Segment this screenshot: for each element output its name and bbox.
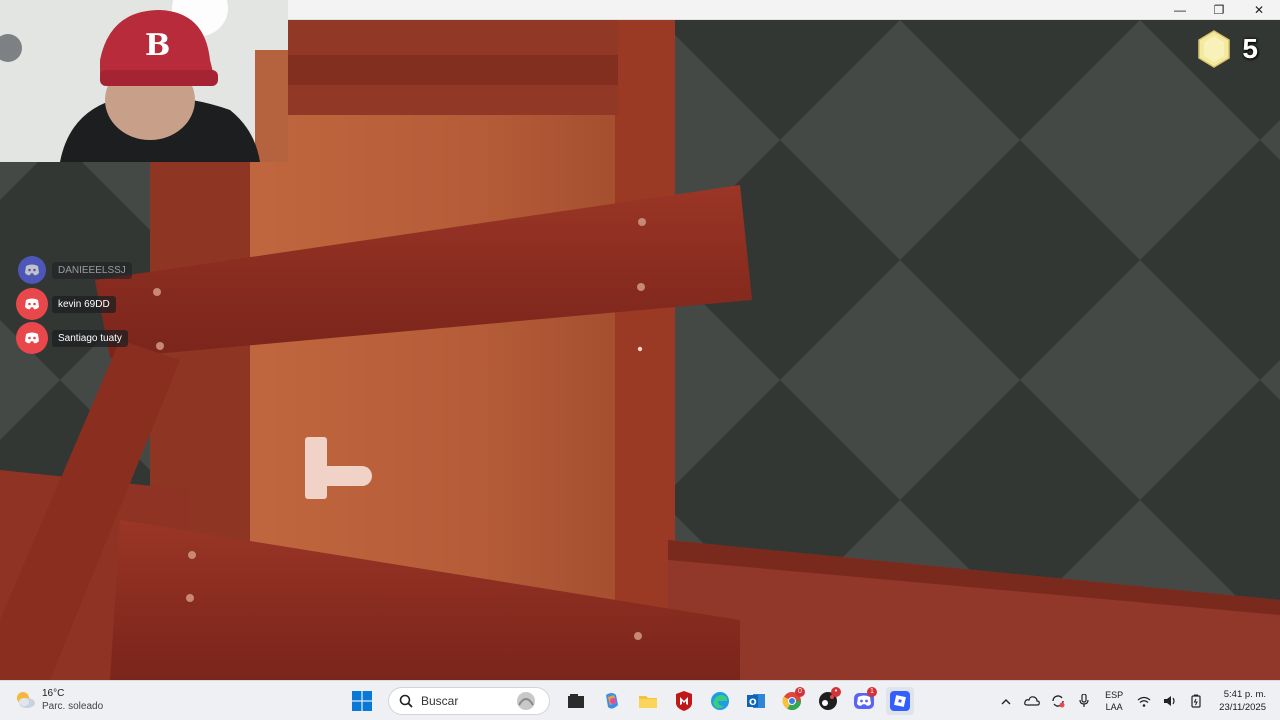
copilot-icon[interactable] <box>598 687 626 715</box>
start-button[interactable] <box>348 687 376 715</box>
discord-icon <box>18 256 46 284</box>
roblox-icon[interactable] <box>886 687 914 715</box>
minimize-button[interactable]: — <box>1160 0 1200 19</box>
taskbar-apps: Buscar O 0 • 1 <box>348 685 914 717</box>
onedrive-icon[interactable] <box>1023 692 1041 710</box>
keyboard-layout: LAA <box>1105 702 1123 712</box>
microphone-icon[interactable] <box>1075 692 1093 710</box>
search-placeholder: Buscar <box>421 694 459 708</box>
chevron-up-icon[interactable] <box>997 692 1015 710</box>
language-indicator[interactable]: ESP LAA <box>1105 689 1123 713</box>
battery-icon[interactable] <box>1187 692 1205 710</box>
voice-user: Santiago tuaty <box>18 324 132 352</box>
system-tray: ESP LAA 5:41 p. m. 23/11/2025 <box>997 685 1266 717</box>
sync-icon[interactable] <box>1049 692 1067 710</box>
app-dark-icon[interactable]: • <box>814 687 842 715</box>
webcam-overlay: B <box>0 0 288 162</box>
search-icon <box>399 694 413 708</box>
voice-user: kevin 69DD <box>18 290 132 318</box>
wifi-icon[interactable] <box>1135 692 1153 710</box>
folder-icon[interactable] <box>634 687 662 715</box>
svg-text:O: O <box>749 698 757 708</box>
notification-badge: • <box>831 687 841 697</box>
search-highlight-icon <box>517 692 535 710</box>
coin-counter: 5 <box>1196 30 1258 68</box>
edge-icon[interactable] <box>706 687 734 715</box>
notification-badge: 1 <box>867 687 877 697</box>
voice-user: DANIEEELSSJ <box>18 256 132 284</box>
windows-taskbar: 16°C Parc. soleado Buscar O 0 • 1 ESP LA… <box>0 680 1280 720</box>
coin-icon <box>1198 30 1231 68</box>
weather-description: Parc. soleado <box>42 701 104 712</box>
taskbar-search[interactable]: Buscar <box>388 687 550 715</box>
weather-temperature: 16°C <box>42 688 65 699</box>
clock[interactable]: 5:41 p. m. 23/11/2025 <box>1219 688 1266 714</box>
notification-badge: 0 <box>795 687 805 697</box>
discord-voice-overlay: DANIEEELSSJ kevin 69DD Santiago tuaty <box>18 256 132 352</box>
window-titlebar: — ❐ ✕ <box>288 0 1280 20</box>
clock-time: 5:41 p. m. <box>1223 689 1266 700</box>
discord-icon[interactable]: 1 <box>850 687 878 715</box>
outlook-icon[interactable]: O <box>742 687 770 715</box>
door-frame-right <box>615 20 675 620</box>
mcafee-icon[interactable] <box>670 687 698 715</box>
voice-user-name: Santiago tuaty <box>52 329 128 347</box>
voice-user-name: DANIEEELSSJ <box>52 261 132 279</box>
discord-icon <box>18 324 46 352</box>
partly-sunny-icon <box>17 692 35 708</box>
coin-count: 5 <box>1242 33 1258 64</box>
volume-icon[interactable] <box>1161 692 1179 710</box>
close-button[interactable]: ✕ <box>1239 0 1279 19</box>
windows-logo-icon <box>352 691 372 711</box>
discord-icon <box>18 290 46 318</box>
voice-user-name: kevin 69DD <box>52 295 116 313</box>
language-code: ESP <box>1105 690 1124 700</box>
clock-date: 23/11/2025 <box>1219 702 1266 713</box>
crosshair <box>637 346 643 352</box>
file-explorer-icon[interactable] <box>562 687 590 715</box>
svg-text:B: B <box>145 28 170 63</box>
restore-button[interactable]: ❐ <box>1199 0 1239 19</box>
chrome-icon[interactable]: 0 <box>778 687 806 715</box>
weather-widget[interactable]: 16°C Parc. soleado <box>14 687 103 713</box>
